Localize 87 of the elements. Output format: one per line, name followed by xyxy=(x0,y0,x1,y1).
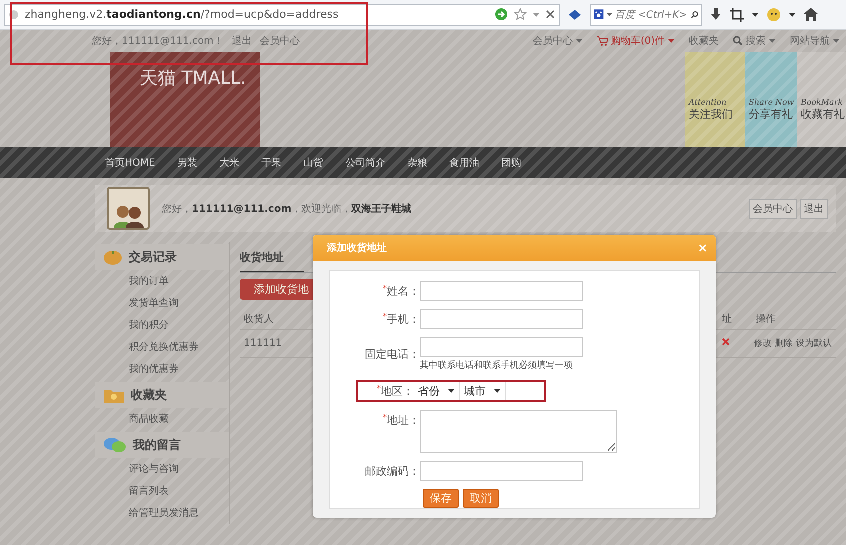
top-menu-item[interactable]: 网站导航 xyxy=(790,34,840,48)
nav-item[interactable]: 公司简介 xyxy=(345,156,386,170)
nav-item[interactable]: 杂粮 xyxy=(407,156,428,170)
url-field[interactable]: zhangheng.v2.taodiantong.cn/?mod=ucp&do=address xyxy=(4,4,560,26)
header-button[interactable]: 退出 xyxy=(800,198,828,218)
top-menu-item[interactable]: 收藏夹 xyxy=(689,34,719,48)
smiley-icon[interactable] xyxy=(767,8,781,22)
star-icon[interactable] xyxy=(514,8,527,21)
greeting-text: 您好，111111@111.com！ xyxy=(92,35,224,48)
sidebar-item[interactable]: 我的积分 xyxy=(95,314,229,336)
promo-tile[interactable]: Attention 关注我们 xyxy=(685,52,745,147)
field-label: *姓名： xyxy=(382,284,420,298)
nav-item[interactable]: 大米 xyxy=(219,156,240,170)
hint-text: 其中联系电话和联系手机必须填写一项 xyxy=(420,360,574,372)
nav-item[interactable]: 食用油 xyxy=(449,156,480,170)
avatar-icon xyxy=(107,187,150,230)
bookmark-icon[interactable] xyxy=(568,8,582,20)
column-header: 址 xyxy=(721,312,732,326)
home-icon[interactable] xyxy=(804,8,818,21)
nav-item[interactable]: 团购 xyxy=(501,156,522,170)
sidebar-heading: 我的留言 xyxy=(95,432,229,458)
close-icon[interactable] xyxy=(546,10,555,19)
top-link[interactable]: 会员中心 xyxy=(260,34,300,48)
field-label: *地区： xyxy=(376,384,414,398)
caret-icon xyxy=(752,12,759,16)
input-field[interactable] xyxy=(420,281,583,301)
top-menu-item[interactable]: 购物车(0)件 xyxy=(596,34,675,48)
sidebar-item[interactable]: 我的优惠券 xyxy=(95,358,229,380)
address-field[interactable] xyxy=(420,410,617,453)
sidebar-item[interactable]: 留言列表 xyxy=(95,480,229,502)
field-label: 固定电话： xyxy=(364,347,420,362)
caret-icon xyxy=(576,39,583,43)
search-icon[interactable] xyxy=(690,10,698,20)
welcome-text: 您好，111111@111.com，欢迎光临，双海王子鞋城 xyxy=(162,202,412,216)
field-label: *地址： xyxy=(382,412,420,428)
pumpkin-icon xyxy=(103,248,123,266)
promo-tile[interactable]: BookMark 收藏有礼 xyxy=(797,52,846,147)
caret-icon xyxy=(494,389,501,393)
top-link[interactable]: 退出 xyxy=(232,34,252,48)
go-arrow-icon[interactable] xyxy=(495,8,508,21)
caret-icon xyxy=(833,39,840,43)
action-link[interactable]: 删除 xyxy=(775,337,793,350)
column-header: 收货人 xyxy=(243,312,274,326)
paw-icon xyxy=(594,8,604,21)
sidebar-heading: 交易记录 xyxy=(95,244,229,270)
caret-icon xyxy=(769,39,776,43)
dialog-title: 添加收货地址 xyxy=(327,242,387,255)
sidebar-item[interactable]: 给管理员发消息 xyxy=(95,502,229,524)
caret-icon xyxy=(668,39,675,43)
search-icon xyxy=(733,36,743,46)
caret-icon xyxy=(448,389,455,393)
cart-icon xyxy=(596,36,608,46)
table-cell-text: 111111 xyxy=(243,338,282,349)
phone-field[interactable] xyxy=(420,337,583,357)
field-label: 邮政编码： xyxy=(364,464,420,478)
nav-item[interactable]: 首页HOME xyxy=(105,156,156,170)
sidebar-item[interactable]: 积分兑换优惠券 xyxy=(95,336,229,358)
address-tab[interactable]: 收货地址 xyxy=(240,250,304,273)
field-label: *手机： xyxy=(382,312,420,326)
caret-icon xyxy=(606,12,612,16)
nav-item[interactable]: 干果 xyxy=(261,156,282,170)
input-field[interactable] xyxy=(420,461,583,481)
action-link[interactable]: 设为默认 xyxy=(796,337,832,350)
top-menu-item[interactable]: 搜索 xyxy=(733,34,776,48)
caret-icon xyxy=(789,12,796,16)
search-field[interactable]: 百度 <Ctrl+K> xyxy=(590,4,702,26)
form-button[interactable]: 取消 xyxy=(463,489,499,508)
form-button[interactable]: 保存 xyxy=(423,489,459,508)
download-icon[interactable] xyxy=(710,8,722,21)
column-header: 操作 xyxy=(755,312,776,326)
logo[interactable]: 天猫 TMALL. xyxy=(110,52,260,147)
top-menu-item[interactable]: 会员中心 xyxy=(532,34,583,48)
sidebar-heading: 收藏夹 xyxy=(95,382,229,408)
url-text: zhangheng.v2.taodiantong.cn/?mod=ucp&do=address xyxy=(25,8,340,21)
header-button[interactable]: 会员中心 xyxy=(749,198,797,218)
caret-icon xyxy=(533,12,540,16)
sidebar-item[interactable]: 发货单查询 xyxy=(95,292,229,314)
promo-tile[interactable]: Share Now 分享有礼 xyxy=(745,52,797,147)
sidebar-item[interactable]: 我的订单 xyxy=(95,270,229,292)
nav-item[interactable]: 男装 xyxy=(177,156,198,170)
sidebar-item[interactable]: 商品收藏 xyxy=(95,408,229,430)
nav-item[interactable]: 山货 xyxy=(303,156,324,170)
sidebar-item[interactable]: 评论与咨询 xyxy=(95,458,229,480)
input-field[interactable] xyxy=(420,309,583,329)
action-link[interactable]: 修改 xyxy=(754,337,772,350)
cross-icon xyxy=(722,338,730,346)
chat-bubbles-icon xyxy=(103,436,127,454)
